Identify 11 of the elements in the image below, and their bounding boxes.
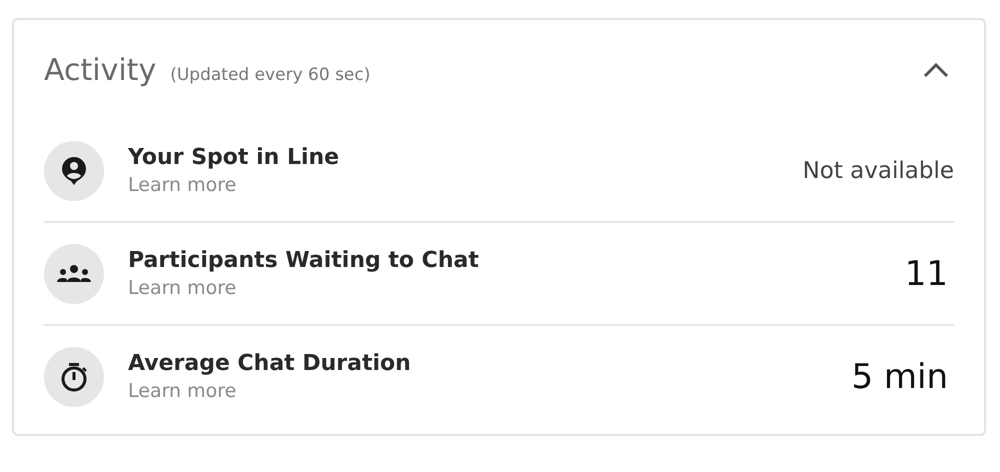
update-note: (Updated every 60 sec) [170,64,370,84]
metric-value: 5 min [851,356,949,396]
metric-title: Average Chat Duration [128,351,411,376]
learn-more-link[interactable]: Learn more [128,277,236,299]
metric-value: Not available [802,158,954,184]
learn-more-link[interactable]: Learn more [128,380,236,402]
metric-value: 11 [904,254,949,294]
learn-more-link[interactable]: Learn more [128,174,236,196]
metric-title: Your Spot in Line [128,145,340,170]
panel-title: Activity [44,52,156,88]
metric-title: Participants Waiting to Chat [128,248,479,273]
